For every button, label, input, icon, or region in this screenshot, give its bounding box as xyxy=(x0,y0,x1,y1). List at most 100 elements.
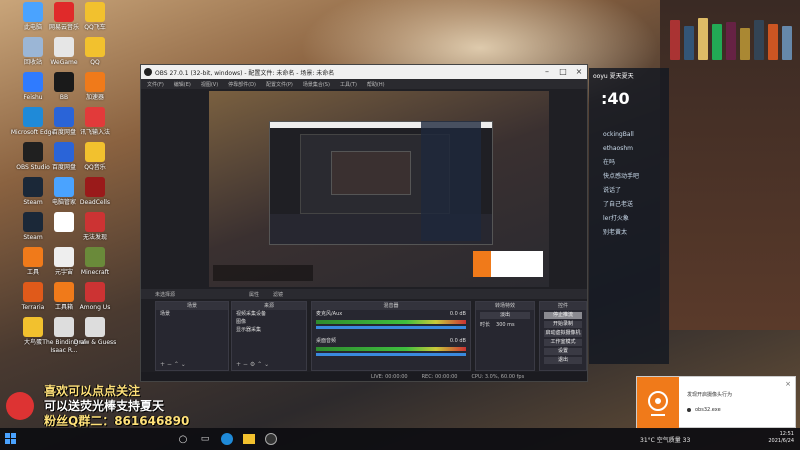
obs-title-bar[interactable]: OBS 27.0.1 (32-bit, windows) - 配置文件: 未命名… xyxy=(141,65,587,79)
scene-controls[interactable]: + − ⌃ ⌄ xyxy=(160,361,186,368)
task-view-icon[interactable]: ▭ xyxy=(194,428,216,450)
wallpaper-book xyxy=(768,24,778,60)
audio-mixer-panel: 混音器 麦克风/Aux 0.0 dB 桌面音频 0.0 dB xyxy=(311,301,471,371)
obs-title-text: OBS 27.0.1 (32-bit, windows) - 配置文件: 未命名… xyxy=(155,69,335,77)
chat-header: ooyu 夏天夏天 xyxy=(593,73,634,80)
duration-input[interactable]: 300 ms xyxy=(496,322,515,328)
obs-preview[interactable] xyxy=(209,91,549,287)
app-icon xyxy=(85,317,105,337)
scenes-panel-title: 场景 xyxy=(156,302,228,310)
chat-message: 别老黄太 xyxy=(603,229,628,236)
mixer-track-name: 桌面音频 xyxy=(316,338,337,344)
menu-help[interactable]: 帮助(H) xyxy=(367,81,385,88)
app-icon xyxy=(85,142,105,162)
transitions-panel-title: 转场特效 xyxy=(476,302,534,310)
scenes-panel: 场景 场景 + − ⌃ ⌄ xyxy=(155,301,229,371)
notification-toast[interactable]: 发现开启摄像头行为 obs32.exe × xyxy=(636,376,796,429)
desktop-icon[interactable]: Among Us xyxy=(66,282,124,312)
properties-button[interactable]: 属性 xyxy=(249,291,259,298)
sources-panel-title: 来源 xyxy=(232,302,306,310)
studio-mode-button[interactable]: 工作室模式 xyxy=(544,339,582,346)
filters-button[interactable]: 滤镜 xyxy=(273,291,283,298)
clock[interactable]: 12:51 2021/6/24 xyxy=(768,431,794,445)
scene-item[interactable]: 场景 xyxy=(156,310,228,318)
settings-button[interactable]: 设置 xyxy=(544,348,582,355)
chat-message: ler打火象 xyxy=(603,215,629,222)
start-virtual-camera-button[interactable]: 启动虚拟摄像机 xyxy=(544,330,582,337)
toast-file: obs32.exe xyxy=(695,407,721,413)
volume-slider[interactable] xyxy=(316,326,466,329)
desktop-icon[interactable]: 无法发现 xyxy=(66,212,124,242)
stream-banner: 喜欢可以点点关注 可以送荧光棒支持夏天 粉丝Q群二：861646890 xyxy=(0,384,240,428)
exit-button[interactable]: 退出 xyxy=(544,357,582,364)
source-item[interactable]: 显示器采集 xyxy=(232,326,306,334)
edge-icon[interactable] xyxy=(216,428,238,450)
chat-message: 在吗 xyxy=(603,159,616,166)
duration-row: 时长 300 ms xyxy=(476,321,534,329)
start-recording-button[interactable]: 开始录制 xyxy=(544,321,582,328)
chat-message: 了自己老送 xyxy=(603,201,634,208)
toast-bullet-icon xyxy=(687,408,691,412)
obs-taskbar-icon[interactable] xyxy=(260,428,282,450)
mixer-track: 麦克风/Aux 0.0 dB xyxy=(312,310,470,318)
desktop-icon[interactable]: QQ音乐 xyxy=(66,142,124,172)
close-icon[interactable]: × xyxy=(785,380,791,388)
desktop-icon[interactable]: QQ xyxy=(66,37,124,67)
search-icon[interactable]: ○ xyxy=(172,428,194,450)
preview-toast xyxy=(473,251,543,277)
volume-slider[interactable] xyxy=(316,353,466,356)
menu-scene-collection[interactable]: 场景集合(S) xyxy=(303,81,330,88)
bookshelf-wallpaper xyxy=(660,0,800,330)
chat-message: ethaoshm xyxy=(603,145,633,152)
desktop-icon-label: QQ xyxy=(90,59,100,66)
mixer-panel-title: 混音器 xyxy=(312,302,470,310)
stop-streaming-button[interactable]: 停止推流 xyxy=(544,312,582,319)
mixer-track-level: 0.0 dB xyxy=(449,311,466,317)
desktop-icon-label: 讯飞输入法 xyxy=(79,129,110,136)
app-icon xyxy=(85,107,105,127)
source-item[interactable]: 图像 xyxy=(232,318,306,326)
mixer-track-level: 0.0 dB xyxy=(449,338,466,344)
start-button[interactable] xyxy=(0,428,22,450)
menu-view[interactable]: 视图(V) xyxy=(201,81,218,88)
weather-widget[interactable]: 31°C 空气质量 33 xyxy=(640,435,690,444)
desktop-icon[interactable]: Draw & Guess xyxy=(66,317,124,347)
preview-chat-overlay xyxy=(421,121,481,241)
wallpaper-book xyxy=(684,26,694,60)
desktop-icon[interactable]: Minecraft xyxy=(66,247,124,277)
chat-timer: :40 xyxy=(601,89,630,108)
desktop-icon[interactable]: 加速器 xyxy=(66,72,124,102)
menu-file[interactable]: 文件(F) xyxy=(147,81,164,88)
wallpaper-book xyxy=(670,20,680,60)
wallpaper-book xyxy=(726,22,736,60)
obs-window: OBS 27.0.1 (32-bit, windows) - 配置文件: 未命名… xyxy=(140,64,588,382)
minimize-button[interactable]: – xyxy=(539,65,555,79)
volume-meter xyxy=(316,320,466,324)
transition-select[interactable]: 淡出 xyxy=(480,312,530,319)
live-status: LIVE: 00:00:00 xyxy=(371,373,408,380)
chat-message: 快点感动手吧 xyxy=(603,173,640,180)
app-icon xyxy=(85,212,105,232)
controls-panel-title: 控件 xyxy=(540,302,586,310)
wallpaper-book xyxy=(698,18,708,60)
menu-profile[interactable]: 配置文件(P) xyxy=(266,81,293,88)
source-item[interactable]: 视频采集设备 xyxy=(232,310,306,318)
obs-status-bar: LIVE: 00:00:00 REC: 00:00:00 CPU: 3.0%, … xyxy=(141,372,587,381)
close-button[interactable]: × xyxy=(571,65,587,79)
source-controls[interactable]: + − ⚙ ⌃ ⌄ xyxy=(236,361,269,368)
preview-nested-window xyxy=(331,151,411,195)
desktop-icon[interactable]: DeadCells xyxy=(66,177,124,207)
wallpaper-book xyxy=(754,20,764,60)
cpu-status: CPU: 3.0%, 60.00 fps xyxy=(471,373,525,380)
desktop-icon-label: Steam xyxy=(23,234,43,241)
banner-line-3: 粉丝Q群二：861646890 xyxy=(44,414,190,428)
menu-tools[interactable]: 工具(T) xyxy=(340,81,357,88)
menu-edit[interactable]: 编辑(E) xyxy=(174,81,191,88)
maximize-button[interactable]: □ xyxy=(555,65,571,79)
desktop-icon[interactable]: 讯飞输入法 xyxy=(66,107,124,137)
volume-meter xyxy=(316,347,466,351)
app-icon xyxy=(85,72,105,92)
menu-docks[interactable]: 停靠部件(D) xyxy=(228,81,256,88)
desktop-icon[interactable]: QQ飞车 xyxy=(66,2,124,32)
explorer-icon[interactable] xyxy=(238,428,260,450)
